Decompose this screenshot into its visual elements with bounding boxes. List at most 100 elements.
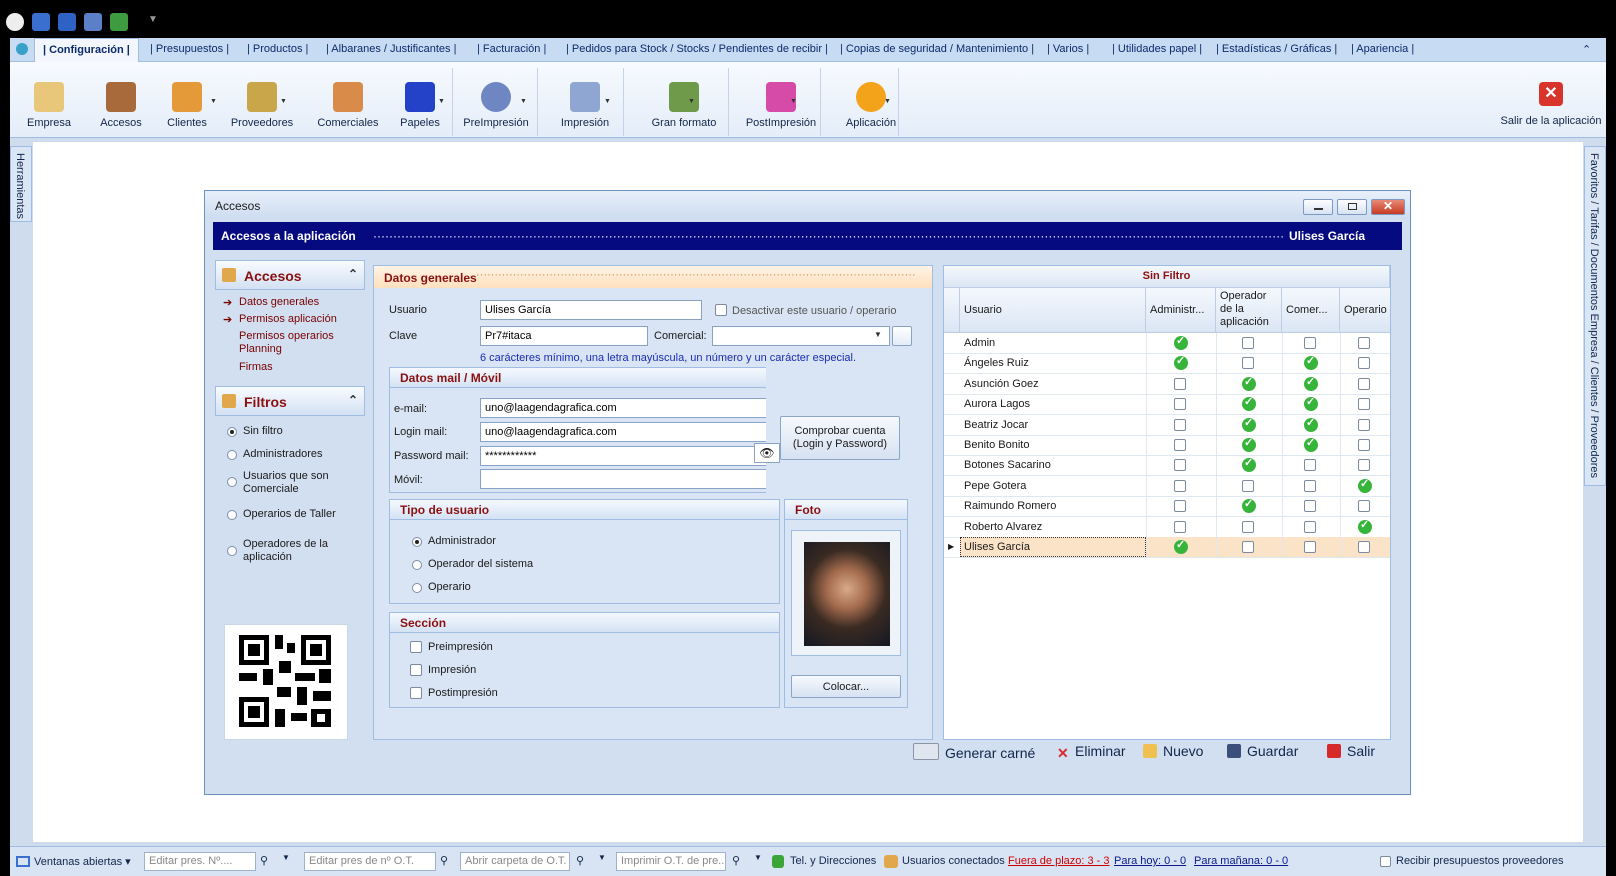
link-permisos-aplicacion[interactable]: Permisos aplicación	[239, 313, 337, 325]
preimpresion-dropdown-icon[interactable]: ▼	[520, 98, 527, 105]
login-mail-input[interactable]: uno@laagendagrafica.com	[480, 422, 776, 442]
colocar-foto-button[interactable]: Colocar...	[791, 675, 901, 698]
administrador-checkbox[interactable]	[1174, 398, 1186, 411]
chevron-down-icon[interactable]: ▼	[598, 853, 606, 862]
herramientas-tab[interactable]: Herramientas	[10, 146, 32, 222]
movil-input[interactable]	[480, 469, 776, 489]
administrador-checkbox[interactable]	[1174, 459, 1186, 472]
tel-direcciones-link[interactable]: Tel. y Direcciones	[790, 855, 876, 867]
usuarios-conectados-link[interactable]: Usuarios conectados	[902, 855, 1005, 867]
aplicacion-dropdown-icon[interactable]: ▼	[884, 98, 891, 105]
comercial-checkbox[interactable]	[1304, 354, 1318, 371]
eye-icon[interactable]: 👁	[754, 443, 780, 463]
comercial-select[interactable]	[712, 326, 890, 346]
filter-operadores-radio[interactable]	[227, 546, 237, 556]
para-hoy-link[interactable]: Para hoy: 0 - 0	[1114, 855, 1186, 867]
clientes-dropdown-icon[interactable]: ▼	[210, 98, 217, 105]
comercial-checkbox[interactable]	[1304, 436, 1318, 452]
favoritos-tab[interactable]: Favoritos / Tarifas / Documentos Empresa…	[1584, 146, 1606, 486]
administrador-checkbox[interactable]	[1174, 334, 1188, 350]
table-row[interactable]: Admin	[944, 333, 1390, 354]
link-permisos-operarios[interactable]: Permisos operarios Planning	[239, 330, 349, 356]
search-icon[interactable]: ⚲	[440, 854, 448, 867]
ribbon-postimpresion-button[interactable]: PostImpresión	[736, 82, 826, 129]
fuera-de-plazo-link[interactable]: Fuera de plazo: 3 - 3	[1008, 855, 1110, 867]
filter-sin-filtro-radio[interactable]	[227, 427, 237, 437]
tab-facturacion[interactable]: | Facturación |	[477, 43, 546, 55]
operador-checkbox[interactable]	[1242, 479, 1254, 492]
operario-checkbox[interactable]	[1358, 477, 1372, 493]
app-orb-icon[interactable]	[16, 43, 28, 55]
administrador-checkbox[interactable]	[1174, 500, 1186, 513]
grid-header-operador[interactable]: Operador de la aplicación	[1216, 288, 1282, 333]
tab-copias[interactable]: | Copias de seguridad / Mantenimiento |	[840, 43, 1034, 55]
chevron-up-icon[interactable]: ⌃	[348, 393, 358, 407]
operario-checkbox[interactable]	[1358, 377, 1370, 390]
tab-utilidades[interactable]: | Utilidades papel |	[1112, 43, 1202, 55]
comercial-checkbox[interactable]	[1304, 337, 1316, 349]
operario-checkbox[interactable]	[1358, 357, 1370, 370]
tab-estadisticas[interactable]: | Estadísticas / Gráficas |	[1216, 43, 1337, 55]
tab-configuracion[interactable]: | Configuración |	[34, 38, 139, 63]
restore-button[interactable]	[1337, 199, 1367, 215]
clave-input[interactable]: Pr7#itaca	[480, 326, 648, 346]
operario-checkbox[interactable]	[1358, 518, 1372, 534]
tab-albaranes[interactable]: | Albaranes / Justificantes |	[326, 43, 456, 55]
operador-checkbox[interactable]	[1242, 456, 1256, 473]
grid-header-administrador[interactable]: Administr...	[1146, 288, 1216, 333]
operador-checkbox[interactable]	[1242, 357, 1254, 370]
chevron-up-icon[interactable]: ⌃	[348, 267, 358, 281]
ribbon-gran-formato-button[interactable]: Gran formato	[634, 82, 734, 129]
forward-icon[interactable]	[58, 13, 76, 31]
postimpresion-dropdown-icon[interactable]: ▼	[790, 98, 797, 105]
tab-varios[interactable]: | Varios |	[1047, 43, 1089, 55]
ribbon-preimpresion-button[interactable]: PreImpresión	[456, 82, 536, 129]
app-logo-icon[interactable]	[6, 13, 24, 31]
comercial-checkbox[interactable]	[1304, 459, 1316, 472]
operario-checkbox[interactable]	[1358, 541, 1370, 553]
administrador-checkbox[interactable]	[1174, 538, 1188, 554]
accesos-panel-header[interactable]: Accesos ⌃	[215, 260, 365, 290]
link-datos-generales[interactable]: Datos generales	[239, 296, 319, 308]
ribbon-accesos-button[interactable]: Accesos	[96, 82, 146, 129]
email-input[interactable]: uno@laagendagrafica.com	[480, 398, 776, 418]
recibir-presupuestos-checkbox[interactable]	[1380, 856, 1391, 867]
tipo-operador-radio[interactable]	[412, 560, 422, 570]
proveedores-dropdown-icon[interactable]: ▼	[280, 98, 287, 105]
table-row[interactable]: ▶ Ulises García	[944, 537, 1390, 558]
usuario-input[interactable]: Ulises García	[480, 300, 702, 320]
operario-checkbox[interactable]	[1358, 398, 1370, 411]
ribbon-proveedores-button[interactable]: Proveedores	[222, 82, 302, 129]
seccion-preimpresion-checkbox[interactable]	[410, 641, 422, 653]
ventanas-abiertas-menu[interactable]: Ventanas abiertas ▾	[34, 855, 131, 868]
comercial-checkbox[interactable]	[1304, 520, 1316, 533]
tab-pedidos[interactable]: | Pedidos para Stock / Stocks / Pendient…	[566, 43, 828, 55]
grid-header-operario[interactable]: Operario	[1340, 288, 1390, 333]
editar-ot-input[interactable]: Editar pres de nº O.T.	[304, 852, 436, 871]
administrador-checkbox[interactable]	[1174, 354, 1188, 371]
table-row[interactable]: Raimundo Romero	[944, 496, 1390, 518]
grid-header-usuario[interactable]: Usuario	[960, 288, 1146, 333]
seccion-postimpresion-checkbox[interactable]	[410, 687, 422, 699]
operario-checkbox[interactable]	[1358, 439, 1370, 451]
para-manana-link[interactable]: Para mañana: 0 - 0	[1194, 855, 1288, 867]
editar-pres-input[interactable]: Editar pres. Nº....	[144, 852, 256, 871]
administrador-checkbox[interactable]	[1174, 479, 1186, 492]
administrador-checkbox[interactable]	[1174, 439, 1186, 451]
password-mail-input[interactable]: ************	[480, 446, 776, 466]
search-icon[interactable]: ⚲	[576, 854, 584, 867]
table-row[interactable]: Aurora Lagos	[944, 394, 1390, 416]
papeles-dropdown-icon[interactable]: ▼	[438, 98, 445, 105]
ribbon-comerciales-button[interactable]: Comerciales	[308, 82, 388, 129]
comercial-checkbox[interactable]	[1304, 479, 1316, 492]
edit-icon[interactable]	[84, 13, 102, 31]
table-row[interactable]: Ángeles Ruiz	[944, 353, 1390, 375]
close-window-button[interactable]: ✕	[1371, 199, 1405, 215]
imprimir-ot-input[interactable]: Imprimir O.T. de pre...	[616, 852, 726, 871]
grid-icon[interactable]	[32, 13, 50, 31]
ribbon-papeles-button[interactable]: Papeles	[390, 82, 450, 129]
operador-checkbox[interactable]	[1242, 436, 1256, 452]
operario-checkbox[interactable]	[1358, 500, 1370, 513]
filter-administradores-radio[interactable]	[227, 450, 237, 460]
generar-carne-button[interactable]: Generar carné	[913, 743, 1035, 761]
